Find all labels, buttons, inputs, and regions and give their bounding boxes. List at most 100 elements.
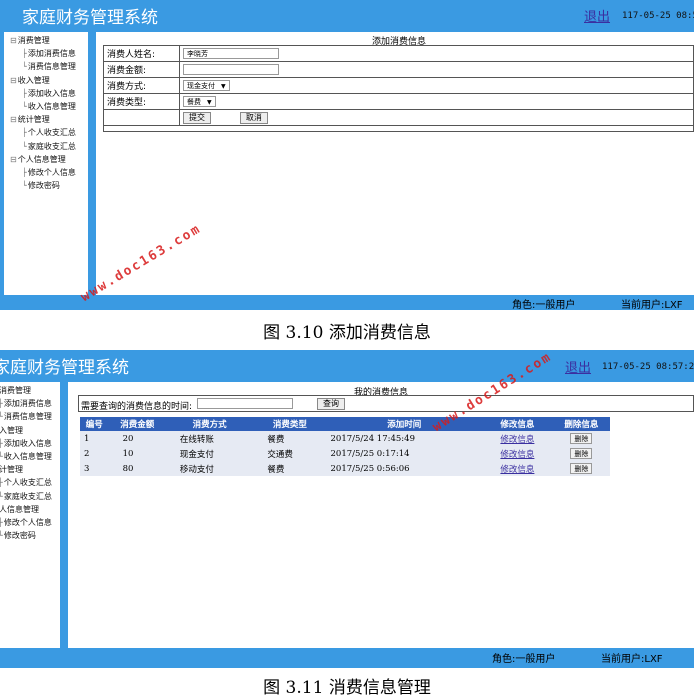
sidebar-item-label: 个人收支汇总 [3,478,52,488]
sidebar-item[interactable]: ├添加收入信息 [22,89,76,99]
amount-label: 消费金额: [103,61,180,78]
sidebar-item[interactable]: └消费信息管理 [22,62,76,72]
sidebar-item[interactable]: └修改密码 [0,531,36,541]
cell-delete: 删除 [552,446,610,461]
form-spacer-row [103,125,694,132]
cell-edit: 修改信息 [482,461,553,476]
cell-type: 餐费 [253,431,327,446]
sidebar-item-label: 添加消费信息 [3,399,52,409]
table-row: 3 80 移动支付 餐费 2017/5/25 0:56:06 修改信息 删除 [80,461,610,476]
collapse-icon: ⊟ [10,36,17,45]
tree-branch-icon: └ [0,491,3,501]
tree-branch-icon: ├ [22,88,27,98]
delete-button[interactable]: 删除 [570,433,593,444]
sidebar-item[interactable]: ├个人收支汇总 [22,128,76,138]
sidebar-item-label: 个人收支汇总 [27,128,76,138]
sidebar-item[interactable]: └收入信息管理 [0,452,52,462]
cell-time: 2017/5/24 17:45:49 [326,431,483,446]
sidebar: 消费管理 ├添加消费信息 └消费信息管理 入管理 ├添加收入信息 └收入信息管理 计管理 ├个… [0,382,60,648]
submit-button[interactable]: 提交 [183,111,211,124]
column-header: 删除信息 [552,417,610,431]
cell-method: 在线转账 [165,431,254,446]
sidebar-item-label: 消费管理 [0,386,31,395]
main-panel: 添加消费信息 消费人姓名: 李晓芳 消费金额: 消费方式: 现金支付 ▼ 消费类型… [96,32,694,295]
cell-time: 2017/5/25 0:56:06 [326,461,483,476]
screenshot-add-expense: 家庭财务管理系统 退出 117-05-25 08:56:02 ⊟消费管理├添加消… [0,0,694,310]
sidebar-group[interactable]: ⊟消费管理 [10,36,50,46]
sidebar-item-label: 人信息管理 [0,504,39,514]
cell-amount: 20 [108,431,166,446]
query-date-input[interactable] [197,398,293,409]
sidebar-item[interactable]: ├添加消费信息 [0,399,52,409]
edit-link[interactable]: 修改信息 [500,435,534,445]
sidebar-item-label: 修改个人信息 [3,518,52,527]
sidebar-item-label: 收入信息管理 [27,102,76,111]
logout-link[interactable]: 退出 [584,6,610,25]
cell-amount: 80 [108,461,166,476]
cell-delete: 删除 [552,431,610,446]
sidebar-group[interactable]: ⊟统计管理 [10,115,50,125]
tree-branch-icon: ├ [0,478,3,488]
type-select-value: 餐费 [187,98,201,106]
sidebar-group[interactable]: 入管理 [0,426,23,436]
sidebar-item-label: 个人信息管理 [17,154,66,164]
figure-caption-3-10: 图 3.10 添加消费信息 [263,323,431,343]
sidebar-item[interactable]: ├修改个人信息 [0,518,52,528]
sidebar-item[interactable]: └收入信息管理 [22,102,76,112]
sidebar-item-label: 计管理 [0,465,23,475]
cell-id: 1 [80,431,109,446]
sidebar-item-label: 添加收入信息 [27,88,76,98]
current-user-label: 当前用户:LXF [621,300,683,310]
query-button[interactable]: 查询 [317,398,345,410]
sidebar-item[interactable]: ├个人收支汇总 [0,478,52,488]
tree-branch-icon: └ [22,62,27,72]
tree-branch-icon: └ [22,181,27,191]
sidebar-item-label: 消费信息管理 [3,412,52,422]
type-select[interactable]: 餐费 ▼ [183,96,216,107]
sidebar-item-label: 修改个人信息 [27,168,76,177]
sidebar-item[interactable]: ├添加消费信息 [22,49,76,59]
delete-button[interactable]: 删除 [570,463,593,474]
sidebar-group[interactable]: 人信息管理 [0,505,39,515]
sidebar-item[interactable]: ├修改个人信息 [22,168,76,178]
sidebar-item[interactable]: └家庭收支汇总 [22,142,76,152]
role-label: 角色:一般用户 [512,300,576,310]
sidebar-group[interactable]: 计管理 [0,465,23,475]
tree-branch-icon: ├ [22,128,27,138]
method-select[interactable]: 现金支付 ▼ [183,80,230,91]
sidebar-item[interactable]: └修改密码 [22,181,60,191]
logout-link[interactable]: 退出 [565,357,591,376]
sidebar-group[interactable]: ⊟个人信息管理 [10,155,66,165]
sidebar-item[interactable]: ├添加收入信息 [0,439,52,449]
current-user-label: 当前用户:LXF [601,654,663,665]
cell-time: 2017/5/25 0:17:14 [326,446,483,461]
name-input[interactable]: 李晓芳 [183,48,279,59]
cell-type: 餐费 [253,461,327,476]
column-header: 消费金额 [108,417,166,431]
tree-branch-icon: └ [0,412,3,422]
sidebar-group[interactable]: 消费管理 [0,386,31,396]
collapse-icon: ⊟ [10,75,17,85]
sidebar-item[interactable]: └家庭收支汇总 [0,492,52,502]
sidebar-item-label: 收入信息管理 [3,452,52,461]
delete-button[interactable]: 删除 [570,448,593,459]
column-header: 消费方式 [165,417,254,431]
collapse-icon: ⊟ [10,154,17,164]
cancel-button[interactable]: 取消 [239,111,268,124]
edit-link[interactable]: 修改信息 [500,465,534,475]
column-header: 消费类型 [253,417,327,431]
sidebar-item-label: 修改密码 [3,531,36,541]
cell-edit: 修改信息 [482,446,553,461]
column-header: 编号 [80,417,109,431]
sidebar-item-label: 消费信息管理 [27,62,76,72]
screenshot-expense-management: 家庭财务管理系统 退出 117-05-25 08:57:20 PM 消费管理├添… [0,350,694,668]
cell-method: 移动支付 [165,461,254,476]
amount-input[interactable] [183,64,279,75]
sidebar-item[interactable]: └消费信息管理 [0,412,52,422]
sidebar-item-label: 消费管理 [17,36,50,45]
edit-link[interactable]: 修改信息 [500,450,534,460]
role-label: 角色:一般用户 [492,654,556,665]
sidebar-item-label: 修改密码 [27,181,60,191]
cell-amount: 10 [108,446,166,461]
sidebar-group[interactable]: ⊟收入管理 [10,76,50,86]
